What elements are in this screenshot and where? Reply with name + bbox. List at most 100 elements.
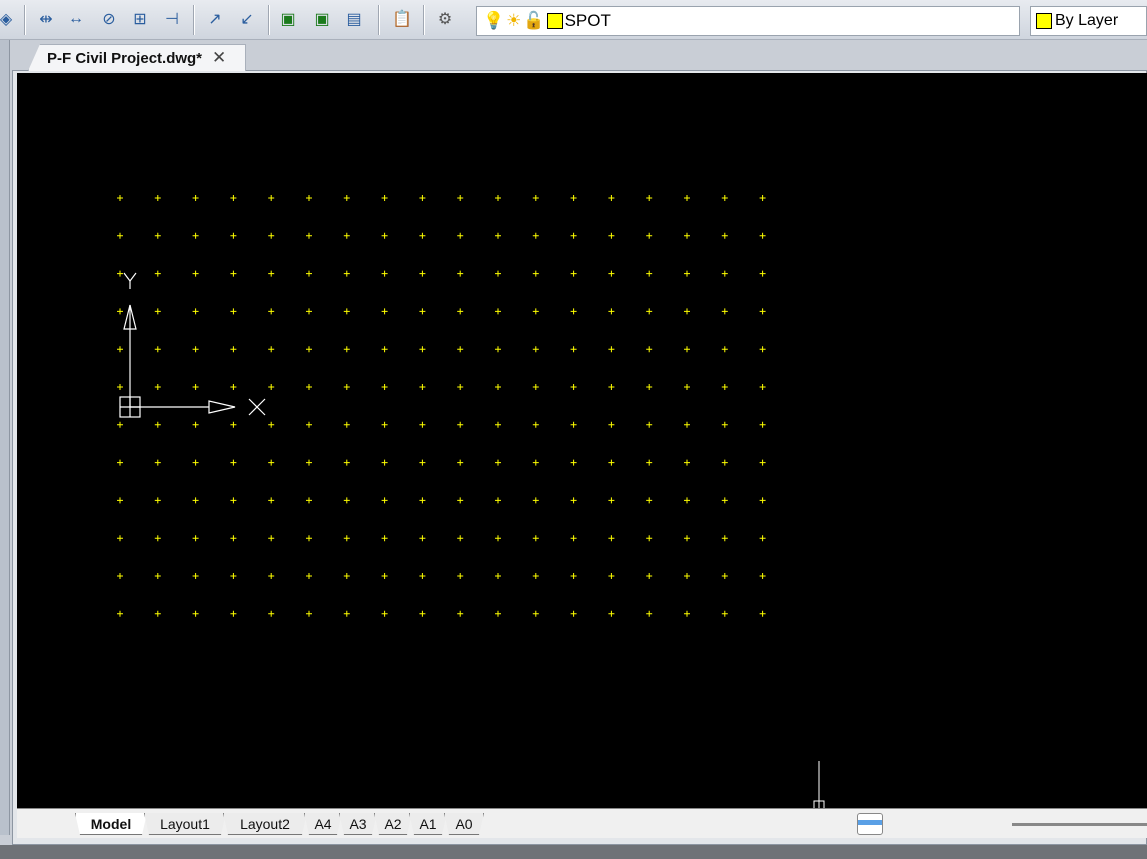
spot-point[interactable] [306, 421, 312, 428]
baseline-dimension-icon[interactable]: ⊞ [128, 6, 152, 32]
spot-point[interactable] [495, 610, 501, 617]
spot-point[interactable] [457, 497, 464, 504]
checklist-icon[interactable]: 📋 [390, 6, 414, 32]
export-excel-icon[interactable]: ▣ [276, 6, 300, 32]
spot-point[interactable] [495, 346, 501, 353]
spot-point[interactable] [268, 535, 275, 542]
spot-point[interactable] [154, 535, 161, 542]
spot-point[interactable] [419, 384, 426, 390]
layout-tab-layout2[interactable]: Layout2 [223, 813, 307, 835]
spot-point[interactable] [192, 421, 199, 428]
spot-point[interactable] [457, 573, 464, 579]
spot-point[interactable] [721, 346, 728, 353]
spot-point[interactable] [495, 459, 501, 466]
spot-point[interactable] [608, 610, 615, 617]
spot-point[interactable] [646, 497, 653, 504]
spot-point[interactable] [570, 232, 577, 239]
spot-point[interactable] [684, 232, 690, 239]
center-mark-icon[interactable]: ⊣ [160, 6, 184, 32]
spot-point[interactable] [684, 270, 690, 277]
spot-point[interactable] [759, 232, 766, 239]
spot-point[interactable] [343, 308, 350, 315]
layer-dropdown[interactable]: 💡 ☀ 🔓 SPOT [476, 6, 1020, 36]
spot-point[interactable] [381, 232, 388, 239]
spot-point[interactable] [570, 421, 577, 428]
document-tab[interactable]: P-F Civil Project.dwg* ✕ [28, 44, 246, 71]
spot-point[interactable] [192, 459, 199, 466]
spot-point[interactable] [608, 346, 615, 353]
spot-point[interactable] [759, 497, 766, 504]
spot-point[interactable] [608, 535, 615, 542]
spot-point[interactable] [192, 384, 199, 390]
spot-point[interactable] [532, 421, 539, 428]
spot-point[interactable] [343, 195, 350, 201]
drawing-canvas[interactable] [17, 73, 1147, 808]
spot-point[interactable] [608, 384, 615, 390]
spot-point[interactable] [457, 384, 464, 390]
spot-point[interactable] [759, 535, 766, 542]
spot-point[interactable] [419, 421, 426, 428]
layout-tab-a0[interactable]: A0 [444, 813, 484, 835]
spot-point[interactable] [419, 232, 426, 239]
spot-point[interactable] [192, 232, 199, 239]
spot-point[interactable] [381, 346, 388, 353]
spot-point[interactable] [532, 610, 539, 617]
spot-point[interactable] [230, 459, 237, 466]
spot-point[interactable] [721, 573, 728, 579]
spot-point[interactable] [646, 610, 653, 617]
layout-tab-a1[interactable]: A1 [409, 813, 447, 835]
spot-point[interactable] [306, 384, 312, 390]
spot-point[interactable] [230, 346, 237, 353]
spot-point[interactable] [457, 459, 464, 466]
spot-point[interactable] [495, 384, 501, 390]
spot-point[interactable] [343, 270, 350, 277]
spot-point[interactable] [759, 270, 766, 277]
spot-point[interactable] [570, 346, 577, 353]
spot-point[interactable] [230, 421, 237, 428]
spot-point[interactable] [306, 535, 312, 542]
spot-point[interactable] [646, 573, 653, 579]
spot-point[interactable] [343, 610, 350, 617]
spot-point[interactable] [759, 459, 766, 466]
spot-point[interactable] [117, 346, 123, 353]
layer-on-bulb-icon[interactable]: 💡 [483, 11, 504, 31]
spot-point[interactable] [230, 232, 237, 239]
spot-point[interactable] [608, 497, 615, 504]
spot-point[interactable] [306, 308, 312, 315]
spot-point[interactable] [306, 459, 312, 466]
spot-point[interactable] [495, 195, 501, 201]
spot-point[interactable] [570, 384, 577, 390]
color-dropdown[interactable]: By Layer [1030, 6, 1147, 36]
spot-point[interactable] [608, 195, 615, 201]
spot-point[interactable] [457, 421, 464, 428]
spot-point[interactable] [570, 270, 577, 277]
dimension-select-icon[interactable]: ⇹ [34, 6, 58, 32]
spot-point[interactable] [721, 497, 728, 504]
spot-point[interactable] [684, 346, 690, 353]
add-annotation-icon[interactable]: ↗ [203, 6, 227, 32]
spot-point[interactable] [154, 232, 161, 239]
spot-point[interactable] [419, 610, 426, 617]
zoom-settings-icon[interactable]: ⚙ [433, 6, 457, 32]
spot-point[interactable] [532, 308, 539, 315]
close-icon[interactable]: ✕ [212, 48, 226, 68]
spot-point[interactable] [759, 384, 766, 390]
quick-properties-icon[interactable]: ▤ [342, 6, 366, 32]
spot-point[interactable] [381, 195, 388, 201]
layer-thaw-sun-icon[interactable]: ☀ [506, 11, 521, 31]
spot-point[interactable] [495, 535, 501, 542]
spot-point[interactable] [646, 195, 653, 201]
spot-point[interactable] [381, 497, 388, 504]
spot-point[interactable] [117, 232, 123, 239]
spot-point[interactable] [306, 610, 312, 617]
spot-point[interactable] [759, 573, 766, 579]
spot-point[interactable] [646, 535, 653, 542]
spot-point[interactable] [495, 497, 501, 504]
spot-point[interactable] [457, 308, 464, 315]
spot-point[interactable] [381, 459, 388, 466]
spot-point[interactable] [268, 384, 275, 390]
spot-point[interactable] [192, 195, 199, 201]
spot-point[interactable] [721, 308, 728, 315]
spot-point[interactable] [759, 610, 766, 617]
spot-point[interactable] [495, 270, 501, 277]
